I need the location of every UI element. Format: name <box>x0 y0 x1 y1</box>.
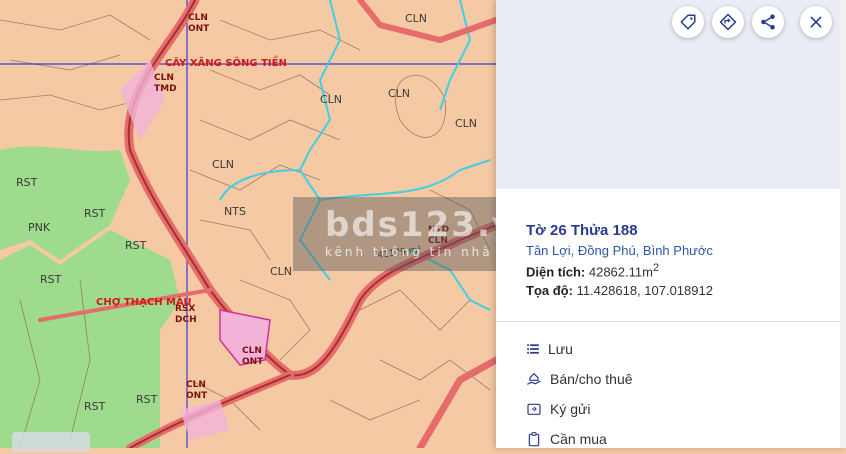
coord-value: 11.428618, 107.018912 <box>576 283 713 299</box>
land-code: ONT <box>186 391 208 401</box>
zone-label: RST <box>84 400 106 413</box>
menu-item-want-to-buy[interactable]: Cần mua <box>526 424 633 454</box>
tag-icon <box>680 14 696 30</box>
poi-label: CÂY XĂNG SÔNG TIỀN <box>165 55 287 69</box>
area-label: Diện tích: <box>526 264 586 280</box>
parcel-area-row: Diện tích: 42862.11m2 <box>526 262 826 279</box>
panel-scrollbar[interactable] <box>840 0 846 448</box>
parcel-coordinates-row: Tọa độ: 11.428618, 107.018912 <box>526 283 826 298</box>
clipboard-icon <box>528 432 540 447</box>
menu-item-consign[interactable]: Ký gửi <box>526 394 633 424</box>
zone-label: RST <box>125 239 147 252</box>
divider <box>496 321 840 322</box>
land-code: DCH <box>175 315 197 325</box>
tag-button[interactable] <box>672 6 704 38</box>
land-code: CLN <box>186 380 206 390</box>
area-unit-superscript: 2 <box>652 262 659 274</box>
parcel-info-panel: Tờ 26 Thửa 188 Tân Lợi, Đồng Phú, Bình P… <box>496 0 846 448</box>
zone-label: CLN <box>405 12 427 25</box>
parcel-details: Tờ 26 Thửa 188 Tân Lợi, Đồng Phú, Bình P… <box>526 222 826 298</box>
land-code: ONT <box>188 24 210 34</box>
area-value: 42862.11m <box>588 264 653 280</box>
menu-item-label: Lưu <box>548 341 573 357</box>
zone-label: CLN <box>212 158 234 171</box>
land-code: CLN <box>154 73 174 83</box>
inbox-icon <box>527 403 541 415</box>
land-code: ONT <box>242 357 264 367</box>
zone-label: CLN <box>388 87 410 100</box>
close-icon <box>810 16 822 28</box>
parcel-title: Tờ 26 Thửa 188 <box>526 222 638 239</box>
zone-label: NTS <box>224 205 246 218</box>
directions-button[interactable] <box>712 6 744 38</box>
zone-label: RST <box>16 176 38 189</box>
zone-label: CLN <box>455 117 477 130</box>
parcel-image-placeholder <box>496 0 840 189</box>
zone-label: RST <box>136 393 158 406</box>
zone-label: CLN <box>270 265 292 278</box>
directions-icon <box>719 13 737 31</box>
menu-item-save[interactable]: Lưu <box>526 334 633 364</box>
land-code: CLN <box>242 346 262 356</box>
parcel-actions-menu: Lưu Bán/cho thuê Ký gửi Cần mua <box>526 334 633 454</box>
close-button[interactable] <box>800 6 832 38</box>
menu-item-label: Cần mua <box>550 431 607 447</box>
map-layer-thumbnail[interactable] <box>12 432 90 452</box>
land-code: TMD <box>154 84 177 94</box>
coord-label: Tọa độ: <box>526 283 573 299</box>
menu-item-sell-rent[interactable]: Bán/cho thuê <box>526 364 633 394</box>
poi-label: CHỢ THẠCH MÀU <box>96 295 192 308</box>
zone-label: CLN <box>320 93 342 106</box>
menu-item-label: Ký gửi <box>550 401 591 417</box>
zone-label: RST <box>84 207 106 220</box>
land-code: CLN <box>188 13 208 23</box>
share-button[interactable] <box>752 6 784 38</box>
share-icon <box>761 14 775 30</box>
house-hand-icon <box>527 372 541 385</box>
menu-item-label: Bán/cho thuê <box>550 371 633 387</box>
list-icon <box>527 344 539 354</box>
zone-label: RST <box>40 273 62 286</box>
zone-label: PNK <box>28 221 51 234</box>
parcel-address: Tân Lợi, Đồng Phú, Bình Phước <box>526 243 713 258</box>
